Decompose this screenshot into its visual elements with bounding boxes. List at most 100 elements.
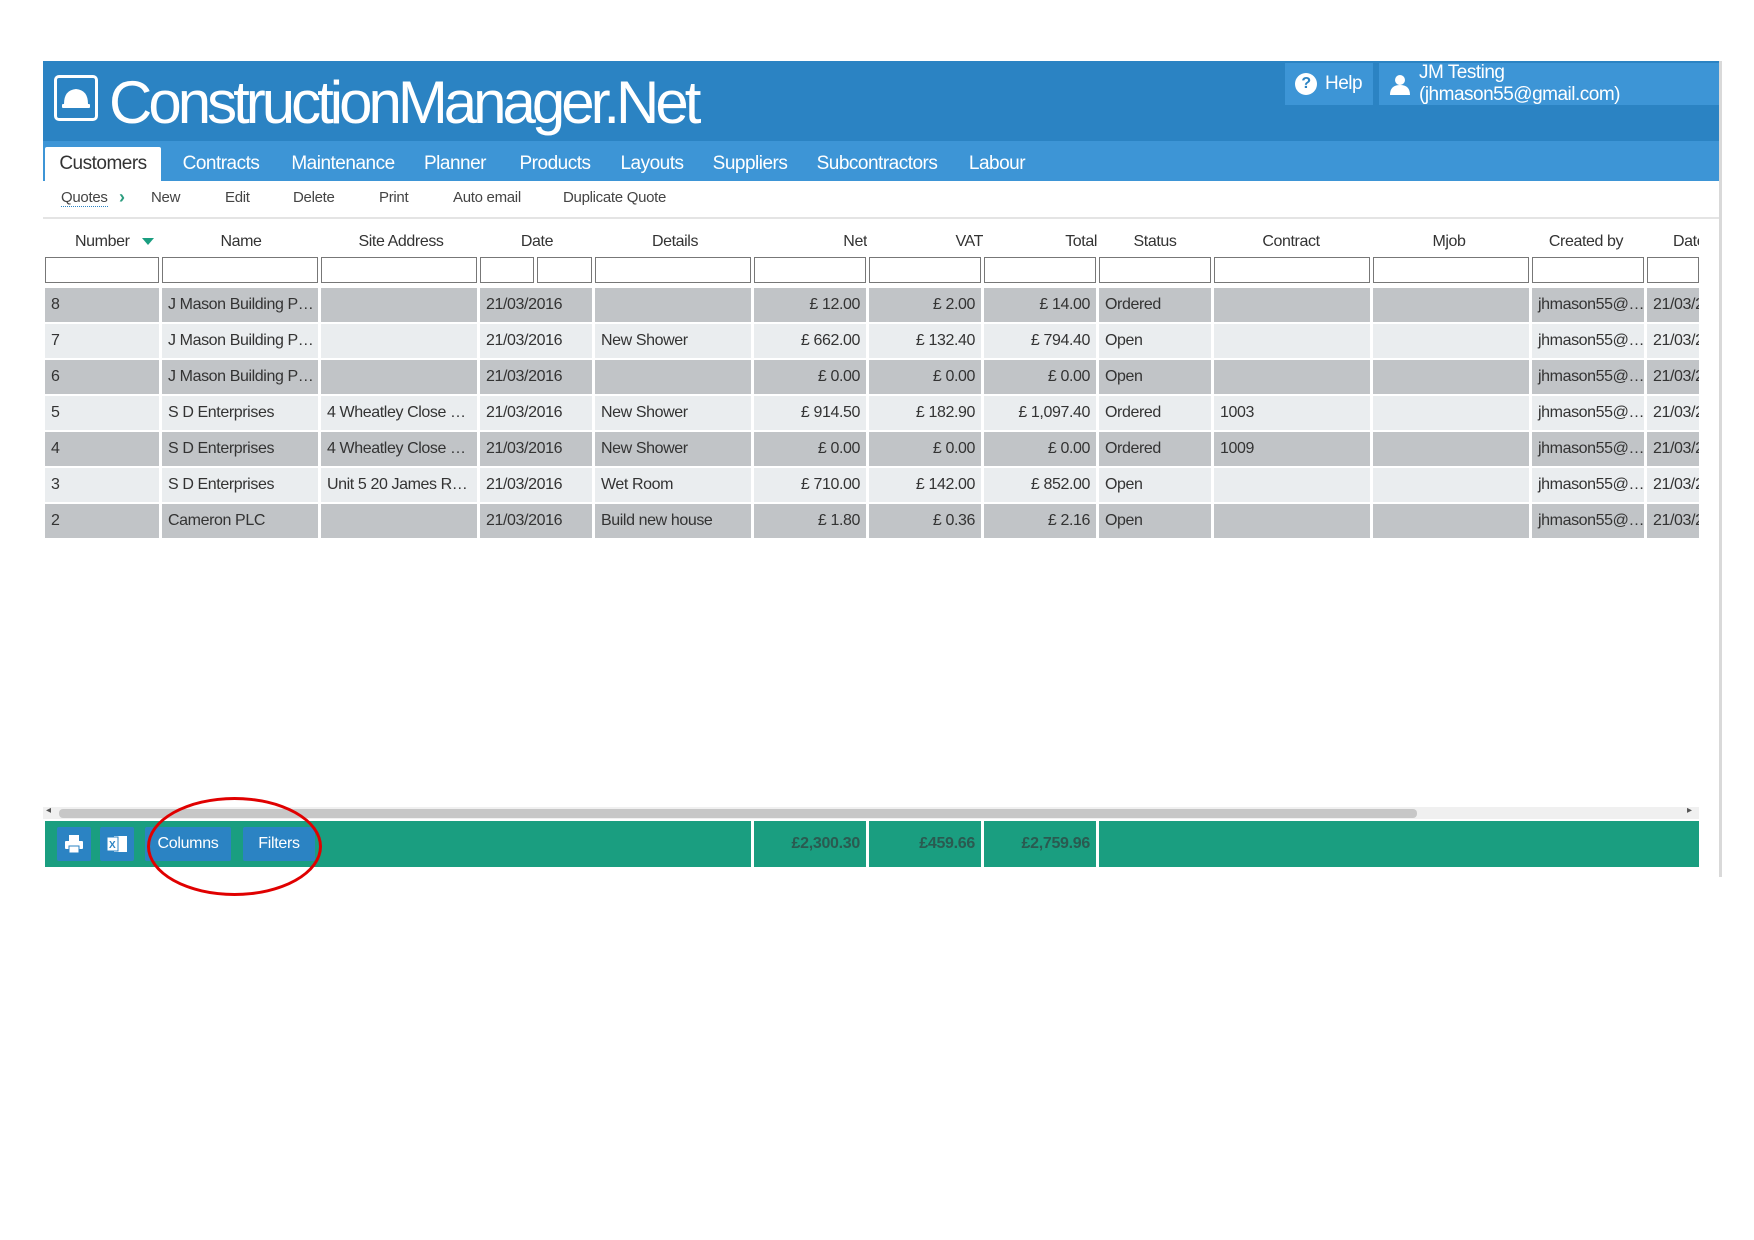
- duplicate-quote-button[interactable]: Duplicate Quote: [563, 189, 666, 206]
- cell-site-address[interactable]: [321, 324, 477, 358]
- filter-site-address-input[interactable]: [321, 257, 477, 283]
- delete-button[interactable]: Delete: [293, 189, 335, 206]
- filter-mjob-input[interactable]: [1373, 257, 1529, 283]
- cell-contract[interactable]: [1214, 360, 1370, 394]
- cell-site-address[interactable]: 4 Wheatley Close …: [321, 396, 477, 430]
- cell-net[interactable]: £ 914.50: [754, 396, 866, 430]
- export-excel-button[interactable]: X: [100, 827, 134, 861]
- tab-layouts[interactable]: Layouts: [611, 147, 693, 181]
- cell-site-address[interactable]: [321, 504, 477, 538]
- cell-created-by[interactable]: jhmason55@…: [1532, 360, 1644, 394]
- cell-date-created[interactable]: 21/03/2016: [1647, 324, 1699, 358]
- filter-date-from-input[interactable]: [480, 257, 534, 283]
- column-header-site-address[interactable]: Site Address: [321, 233, 481, 251]
- cell-name[interactable]: S D Enterprises: [162, 396, 318, 430]
- cell-site-address[interactable]: [321, 360, 477, 394]
- cell-vat[interactable]: £ 182.90: [869, 396, 981, 430]
- filter-total-input[interactable]: [984, 257, 1096, 283]
- cell-total[interactable]: £ 0.00: [984, 432, 1096, 466]
- print-grid-button[interactable]: [57, 827, 91, 861]
- cell-number[interactable]: 6: [45, 360, 159, 394]
- cell-date[interactable]: 21/03/2016: [480, 324, 592, 358]
- column-header-date-created[interactable]: Date: [1673, 233, 1699, 251]
- cell-date[interactable]: 21/03/2016: [480, 396, 592, 430]
- cell-name[interactable]: J Mason Building P…: [162, 360, 318, 394]
- cell-status[interactable]: Open: [1099, 324, 1211, 358]
- cell-contract[interactable]: [1214, 468, 1370, 502]
- cell-net[interactable]: £ 0.00: [754, 360, 866, 394]
- cell-date-created[interactable]: 21/03/2016: [1647, 396, 1699, 430]
- cell-date[interactable]: 21/03/2016: [480, 468, 592, 502]
- cell-date-created[interactable]: 21/03/2016: [1647, 504, 1699, 538]
- cell-total[interactable]: £ 852.00: [984, 468, 1096, 502]
- cell-site-address[interactable]: 4 Wheatley Close …: [321, 432, 477, 466]
- cell-date-created[interactable]: 21/03/2016: [1647, 432, 1699, 466]
- cell-contract[interactable]: [1214, 504, 1370, 538]
- help-button[interactable]: ? Help: [1285, 63, 1373, 105]
- filter-name-input[interactable]: [162, 257, 318, 283]
- cell-created-by[interactable]: jhmason55@…: [1532, 468, 1644, 502]
- cell-total[interactable]: £ 0.00: [984, 360, 1096, 394]
- filter-details-input[interactable]: [595, 257, 751, 283]
- cell-created-by[interactable]: jhmason55@…: [1532, 504, 1644, 538]
- cell-created-by[interactable]: jhmason55@…: [1532, 288, 1644, 322]
- column-header-mjob[interactable]: Mjob: [1371, 233, 1527, 251]
- cell-status[interactable]: Open: [1099, 360, 1211, 394]
- cell-date[interactable]: 21/03/2016: [480, 360, 592, 394]
- breadcrumb-quotes[interactable]: Quotes: [61, 189, 108, 207]
- cell-number[interactable]: 8: [45, 288, 159, 322]
- cell-number[interactable]: 3: [45, 468, 159, 502]
- tab-labour[interactable]: Labour: [957, 147, 1037, 181]
- filter-number-input[interactable]: [45, 257, 159, 283]
- cell-number[interactable]: 7: [45, 324, 159, 358]
- cell-details[interactable]: Build new house: [595, 504, 751, 538]
- cell-mjob[interactable]: [1373, 432, 1529, 466]
- filter-net-input[interactable]: [754, 257, 866, 283]
- cell-status[interactable]: Open: [1099, 504, 1211, 538]
- cell-created-by[interactable]: jhmason55@…: [1532, 432, 1644, 466]
- column-header-net[interactable]: Net: [755, 233, 867, 251]
- column-header-created-by[interactable]: Created by: [1529, 233, 1643, 251]
- cell-status[interactable]: Ordered: [1099, 396, 1211, 430]
- cell-number[interactable]: 5: [45, 396, 159, 430]
- column-header-vat[interactable]: VAT: [869, 233, 983, 251]
- cell-details[interactable]: New Shower: [595, 396, 751, 430]
- cell-date[interactable]: 21/03/2016: [480, 432, 592, 466]
- cell-net[interactable]: £ 1.80: [754, 504, 866, 538]
- tab-products[interactable]: Products: [509, 147, 601, 181]
- cell-details[interactable]: [595, 288, 751, 322]
- cell-number[interactable]: 2: [45, 504, 159, 538]
- cell-details[interactable]: Wet Room: [595, 468, 751, 502]
- scroll-left-icon[interactable]: ◂: [46, 805, 51, 816]
- cell-net[interactable]: £ 662.00: [754, 324, 866, 358]
- cell-net[interactable]: £ 12.00: [754, 288, 866, 322]
- cell-mjob[interactable]: [1373, 360, 1529, 394]
- tab-planner[interactable]: Planner: [413, 147, 497, 181]
- cell-mjob[interactable]: [1373, 468, 1529, 502]
- cell-contract[interactable]: [1214, 324, 1370, 358]
- cell-name[interactable]: Cameron PLC: [162, 504, 318, 538]
- column-header-number[interactable]: Number: [75, 233, 175, 251]
- cell-mjob[interactable]: [1373, 396, 1529, 430]
- tab-suppliers[interactable]: Suppliers: [703, 147, 797, 181]
- user-account-button[interactable]: JM Testing (jhmason55@gmail.com): [1379, 62, 1719, 105]
- cell-vat[interactable]: £ 2.00: [869, 288, 981, 322]
- tab-customers[interactable]: Customers: [45, 147, 161, 181]
- filter-created-by-input[interactable]: [1532, 257, 1644, 283]
- scroll-right-icon[interactable]: ▸: [1687, 805, 1692, 816]
- cell-date-created[interactable]: 21/03/2016: [1647, 288, 1699, 322]
- cell-vat[interactable]: £ 0.36: [869, 504, 981, 538]
- column-header-contract[interactable]: Contract: [1213, 233, 1369, 251]
- cell-name[interactable]: J Mason Building P…: [162, 288, 318, 322]
- cell-mjob[interactable]: [1373, 288, 1529, 322]
- cell-vat[interactable]: £ 0.00: [869, 432, 981, 466]
- print-button[interactable]: Print: [379, 189, 409, 206]
- cell-status[interactable]: Open: [1099, 468, 1211, 502]
- tab-contracts[interactable]: Contracts: [171, 147, 271, 181]
- cell-contract[interactable]: 1003: [1214, 396, 1370, 430]
- cell-total[interactable]: £ 794.40: [984, 324, 1096, 358]
- cell-name[interactable]: J Mason Building P…: [162, 324, 318, 358]
- cell-name[interactable]: S D Enterprises: [162, 432, 318, 466]
- cell-date-created[interactable]: 21/03/2016: [1647, 468, 1699, 502]
- cell-net[interactable]: £ 0.00: [754, 432, 866, 466]
